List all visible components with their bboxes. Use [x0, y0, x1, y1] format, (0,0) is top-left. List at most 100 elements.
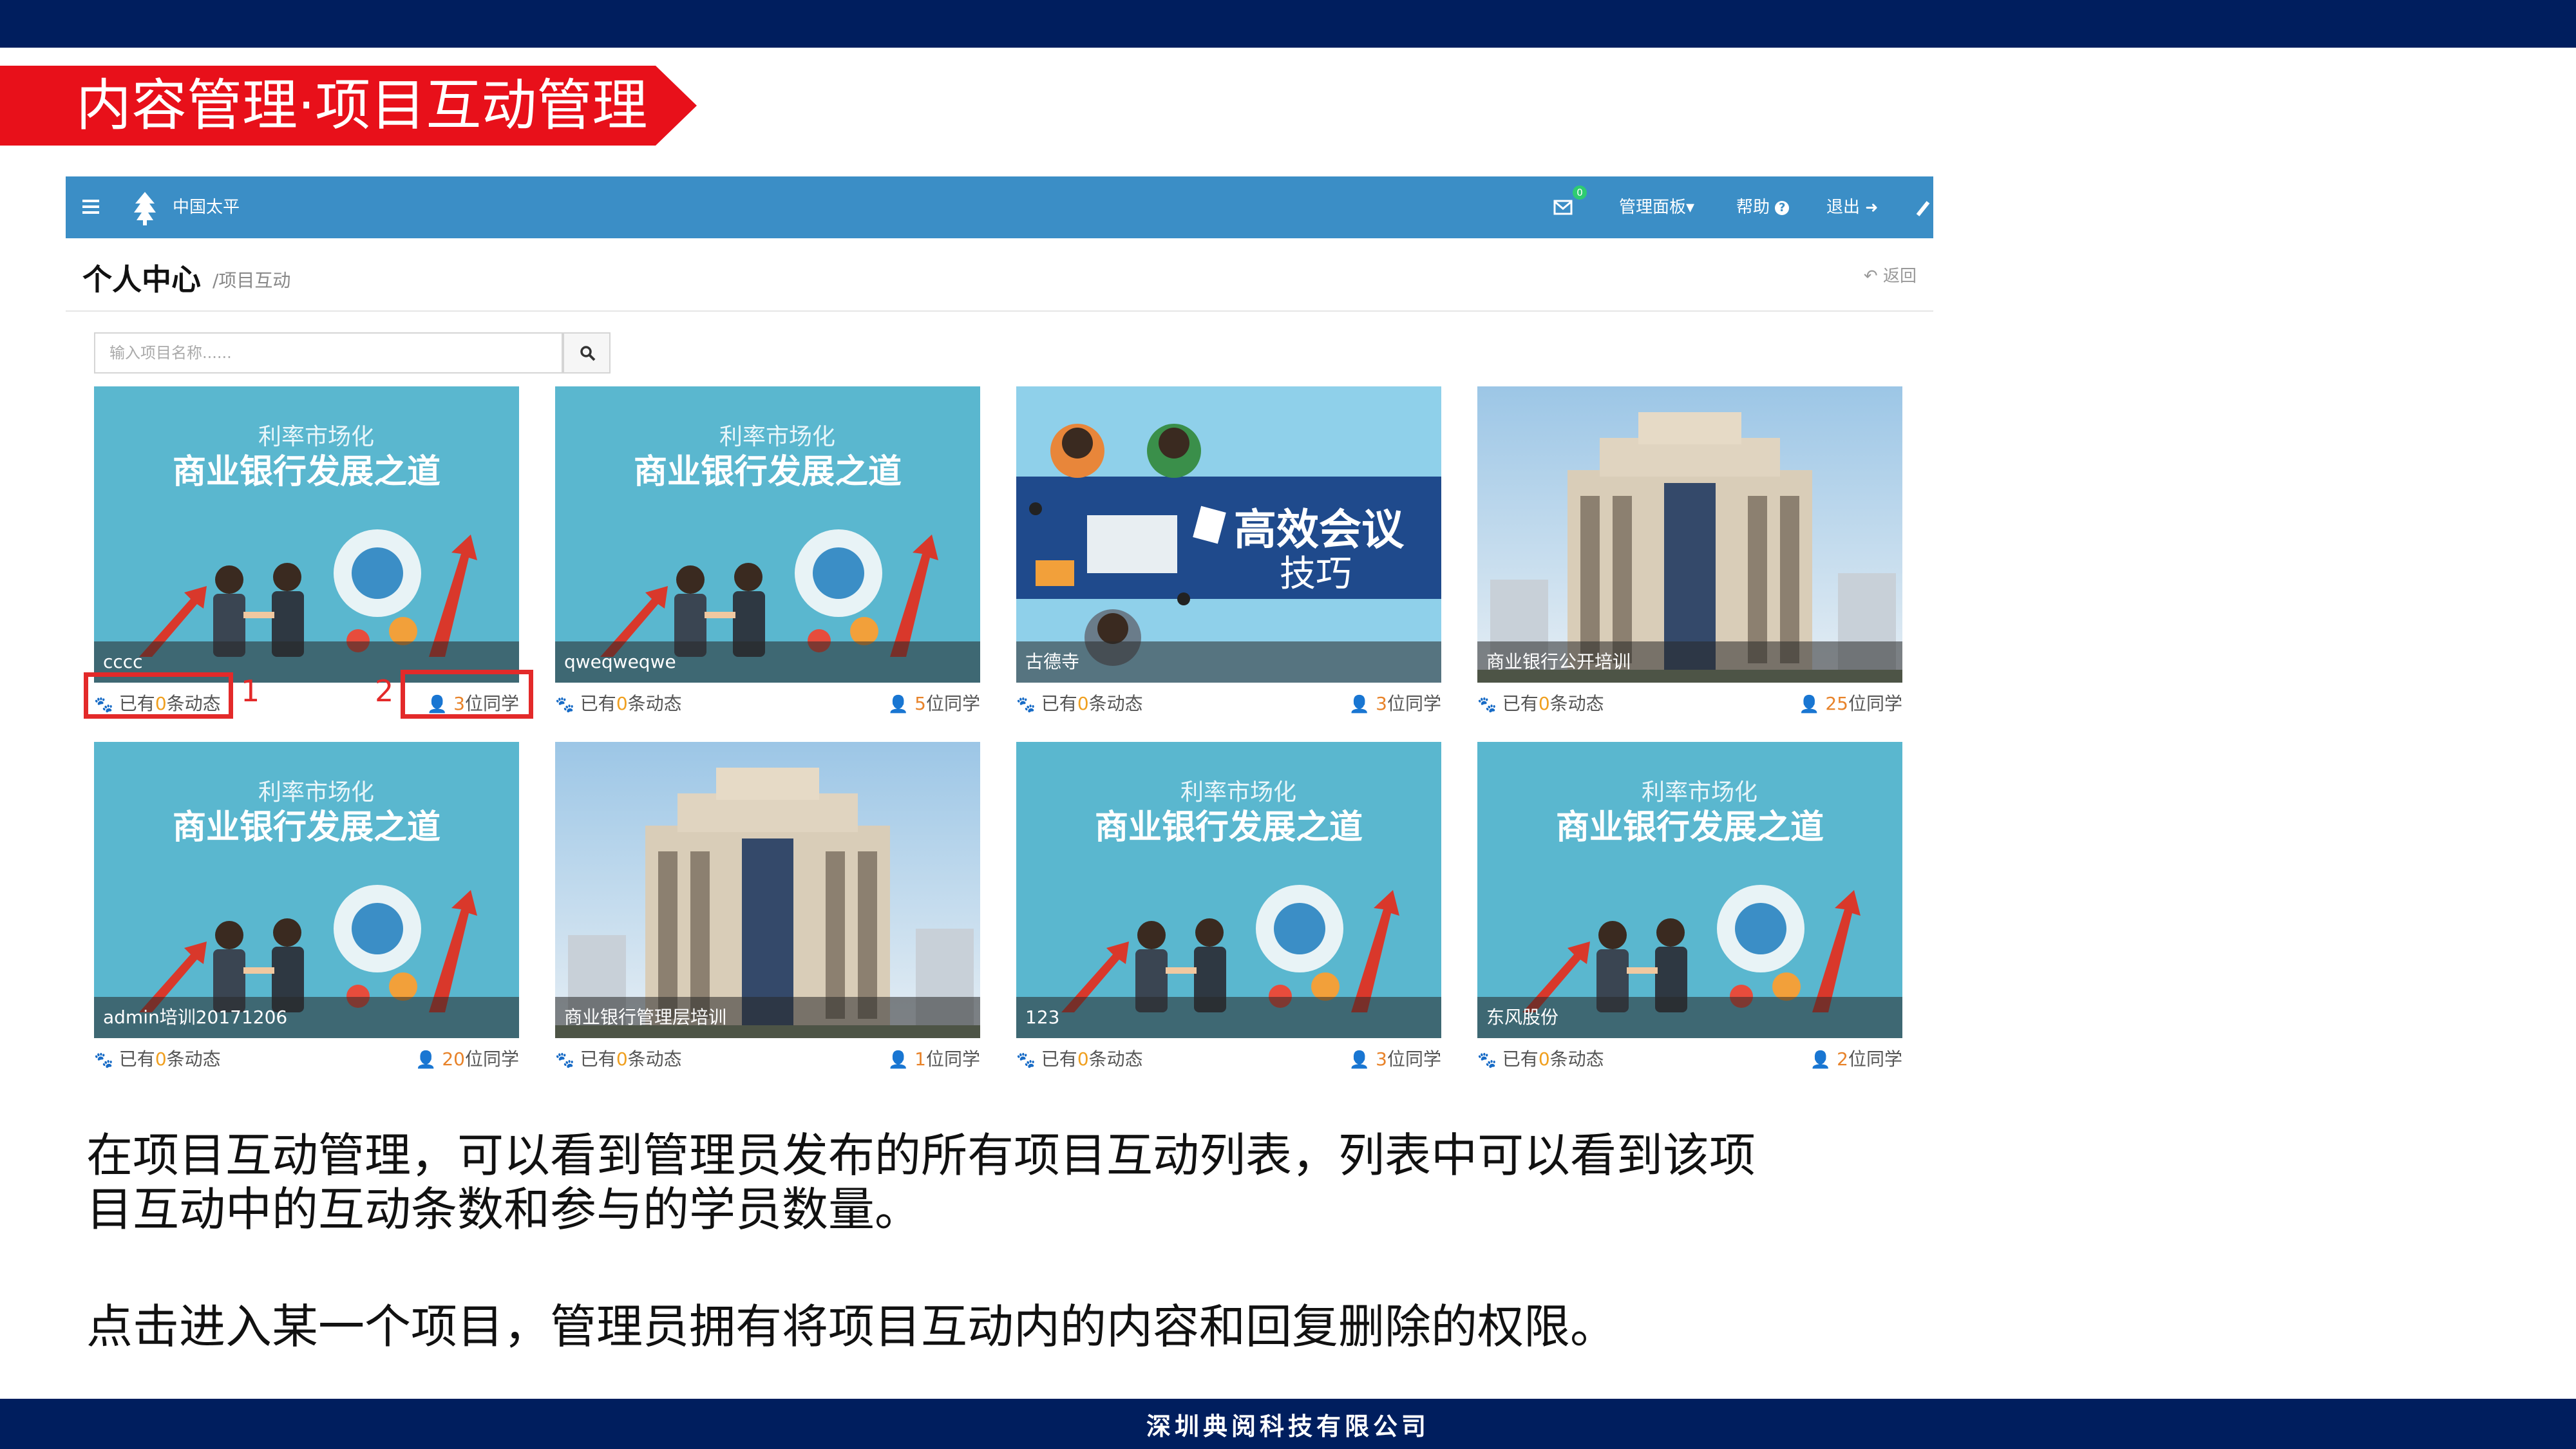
- student-count: 👤 1位同学: [888, 1042, 980, 1077]
- student-suffix: 位同学: [925, 693, 980, 714]
- card-name[interactable]: 商业银行管理层培训: [564, 997, 726, 1038]
- dynamics-count: 🐾 已有0条动态: [1016, 687, 1143, 721]
- wrench-icon[interactable]: [1915, 197, 1933, 218]
- student-suffix: 位同学: [1387, 693, 1441, 714]
- dynamics-number: 0: [1538, 693, 1550, 714]
- student-suffix: 位同学: [464, 1048, 519, 1070]
- student-suffix: 位同学: [1848, 1048, 1902, 1070]
- bottom-bar: 深圳典阅科技有限公司: [0, 1399, 2576, 1449]
- description-line-1: 在项目互动管理，可以看到管理员发布的所有项目互动列表，列表中可以看到该项: [86, 1128, 1756, 1182]
- mail-badge: 0: [1573, 185, 1587, 200]
- card-image[interactable]: 利率市场化 商业银行发展之道: [1477, 742, 1902, 1038]
- course-cover-image: 高效会议 技巧: [1016, 386, 1441, 683]
- paw-icon: 🐾: [1477, 1051, 1497, 1069]
- paw-icon: 🐾: [555, 696, 574, 714]
- search-input[interactable]: [95, 334, 562, 372]
- card-image[interactable]: 利率市场化 商业银行发展之道: [94, 386, 519, 683]
- user-icon: 👤: [1810, 1050, 1832, 1070]
- card-name[interactable]: admin培训20171206: [103, 997, 287, 1038]
- cover-subtitle: 利率市场化: [1642, 779, 1757, 806]
- dynamics-suffix: 条动态: [1549, 693, 1604, 714]
- app-screenshot: 中国太平 0 管理面板▾ 帮助 ? 退出 ➜ 个人中心 /项目互动 ↶ 返回 输…: [66, 176, 1933, 1082]
- cover-title: 商业银行发展之道: [173, 808, 440, 847]
- project-card[interactable]: 利率市场化 商业银行发展之道 123 🐾 已有0条动态 👤 3位同学: [1016, 742, 1441, 1082]
- dynamics-suffix: 条动态: [166, 1048, 221, 1070]
- project-card[interactable]: 利率市场化 商业银行发展之道 qweqweqwe 🐾 已有0条动态 👤 5位同学: [555, 386, 980, 747]
- card-name[interactable]: 123: [1025, 997, 1059, 1038]
- navbar: 中国太平 0 管理面板▾ 帮助 ? 退出 ➜: [66, 176, 1933, 238]
- user-icon: 👤: [1349, 1050, 1370, 1070]
- dashboard-menu[interactable]: 管理面板▾: [1619, 176, 1694, 238]
- project-card[interactable]: 商业银行公开培训 🐾 已有0条动态 👤 25位同学: [1477, 386, 1902, 747]
- paw-icon: 🐾: [1016, 1051, 1036, 1069]
- student-count: 👤 3位同学: [1349, 1042, 1441, 1077]
- logout-link[interactable]: 退出 ➜: [1826, 176, 1878, 238]
- cover-title: 商业银行发展之道: [1556, 808, 1824, 847]
- student-number: 1: [914, 1048, 926, 1070]
- student-suffix: 位同学: [1848, 693, 1902, 714]
- card-footer: 🐾 已有0条动态 👤 5位同学: [555, 687, 980, 721]
- project-card[interactable]: 利率市场化 商业银行发展之道 东风股份 🐾 已有0条动态 👤 2位同学: [1477, 742, 1902, 1082]
- back-label: 返回: [1882, 267, 1917, 286]
- search-icon: [580, 346, 596, 361]
- card-image[interactable]: 利率市场化 商业银行发展之道: [94, 742, 519, 1038]
- annotation-1: 1: [241, 674, 260, 708]
- dynamics-suffix: 条动态: [627, 1048, 682, 1070]
- dynamics-count: 🐾 已有0条动态: [1477, 687, 1604, 721]
- student-number: 2: [1837, 1048, 1848, 1070]
- course-cover-image: [555, 742, 980, 1038]
- student-number: 5: [914, 693, 926, 714]
- back-link[interactable]: ↶ 返回: [1864, 263, 1917, 287]
- card-footer: 🐾 已有0条动态 👤 1位同学: [555, 1042, 980, 1077]
- card-name[interactable]: qweqweqwe: [564, 641, 676, 683]
- dynamics-suffix: 条动态: [1088, 1048, 1143, 1070]
- student-count: 👤 2位同学: [1810, 1042, 1902, 1077]
- dynamics-prefix: 已有: [580, 1048, 616, 1070]
- student-number: 20: [442, 1048, 465, 1070]
- highlight-box-students: [401, 670, 533, 719]
- course-cover-image: 利率市场化 商业银行发展之道: [1477, 742, 1902, 1038]
- description-line-2: 目互动中的互动条数和参与的学员数量。: [86, 1182, 922, 1236]
- student-suffix: 位同学: [1387, 1048, 1441, 1070]
- dynamics-prefix: 已有: [1041, 693, 1077, 714]
- cover-title: 商业银行发展之道: [1095, 808, 1363, 847]
- mail-icon[interactable]: [1553, 200, 1573, 215]
- annotation-2: 2: [375, 674, 394, 708]
- card-name[interactable]: 商业银行公开培训: [1486, 641, 1631, 683]
- dynamics-count: 🐾 已有0条动态: [94, 1042, 221, 1077]
- dynamics-prefix: 已有: [1502, 693, 1539, 714]
- dynamics-suffix: 条动态: [627, 693, 682, 714]
- card-name[interactable]: 古德寺: [1025, 641, 1079, 683]
- card-image[interactable]: 利率市场化 商业银行发展之道: [1016, 742, 1441, 1038]
- dynamics-count: 🐾 已有0条动态: [555, 1042, 682, 1077]
- project-card[interactable]: 商业银行管理层培训 🐾 已有0条动态 👤 1位同学: [555, 742, 980, 1082]
- card-image[interactable]: [1477, 386, 1902, 683]
- menu-icon[interactable]: [82, 200, 99, 214]
- card-name[interactable]: 东风股份: [1486, 997, 1558, 1038]
- dynamics-number: 0: [1538, 1048, 1550, 1070]
- project-card[interactable]: 高效会议 技巧 古德寺 🐾 已有0条动态 👤 3位同学: [1016, 386, 1441, 747]
- page-header: 个人中心 /项目互动 ↶ 返回: [66, 238, 1933, 312]
- search-button[interactable]: [563, 332, 611, 374]
- help-link[interactable]: 帮助 ?: [1736, 176, 1790, 238]
- course-cover-image: 利率市场化 商业银行发展之道: [1016, 742, 1441, 1038]
- highlight-box-dynamics: [84, 672, 233, 719]
- student-suffix: 位同学: [925, 1048, 980, 1070]
- card-image[interactable]: 高效会议 技巧: [1016, 386, 1441, 683]
- project-card[interactable]: 利率市场化 商业银行发展之道 admin培训20171206 🐾 已有0条动态 …: [94, 742, 519, 1082]
- card-footer: 🐾 已有0条动态 👤 20位同学: [94, 1042, 519, 1077]
- dynamics-suffix: 条动态: [1088, 693, 1143, 714]
- card-image[interactable]: 利率市场化 商业银行发展之道: [555, 386, 980, 683]
- student-count: 👤 25位同学: [1799, 687, 1902, 721]
- page-title: 个人中心: [82, 262, 201, 297]
- brand-name[interactable]: 中国太平: [173, 176, 240, 238]
- dynamics-prefix: 已有: [1502, 1048, 1539, 1070]
- breadcrumb[interactable]: /项目互动: [213, 267, 290, 292]
- user-icon: 👤: [415, 1050, 437, 1070]
- course-cover-image: [1477, 386, 1902, 683]
- dynamics-number: 0: [1077, 1048, 1089, 1070]
- dynamics-prefix: 已有: [118, 1048, 155, 1070]
- card-image[interactable]: [555, 742, 980, 1038]
- card-name-bar: [1016, 641, 1441, 683]
- user-icon: 👤: [887, 695, 909, 714]
